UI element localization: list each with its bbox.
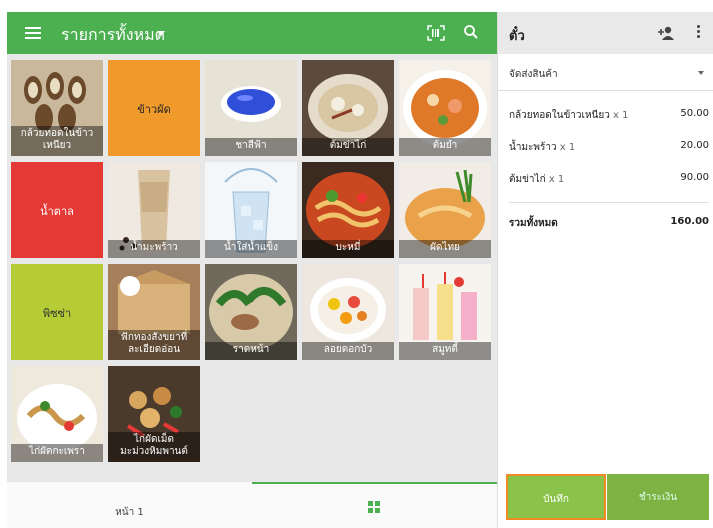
catalog-panel: รายการทั้งหมด กล้วยทอดในข้าวเหนียว ข้าวผ… — [7, 12, 497, 528]
product-tile[interactable]: ชาสีฟ้า — [205, 60, 297, 156]
line-item-qty: x 1 — [548, 174, 565, 185]
product-name: บะหมี่ — [302, 240, 394, 258]
ticket-line-item[interactable]: กล้วยทอดในข้าวเหนียว x 1 50.00 — [509, 108, 709, 124]
product-name: น้ำมะพร้าว — [108, 240, 200, 258]
page-tab[interactable]: หน้า 1 — [7, 482, 252, 528]
line-item-name: กล้วยทอดในข้าวเหนียว — [509, 110, 610, 121]
divider — [509, 202, 709, 203]
grid-view-tab[interactable] — [252, 482, 497, 528]
page-label: หน้า 1 — [115, 507, 144, 518]
product-name: ข้าวผัด — [137, 103, 171, 116]
product-name: ไก่ผัดกะเพรา — [11, 444, 103, 462]
line-item-name: น้ำมะพร้าว — [509, 142, 557, 153]
dining-option-select[interactable]: จัดส่งสินค้า — [498, 54, 713, 91]
charge-button[interactable]: ชำระเงิน — [607, 474, 709, 520]
product-tile[interactable]: ราดหน้า — [205, 264, 297, 360]
product-tile[interactable]: บะหมี่ — [302, 162, 394, 258]
product-name: ลอยดอกบัว — [302, 342, 394, 360]
search-icon[interactable] — [463, 24, 479, 40]
product-name: พิซซ่า — [42, 307, 72, 320]
product-name: ต้มยำ — [399, 138, 491, 156]
product-tile[interactable]: ผัดไทย — [399, 162, 491, 258]
catalog-toolbar: รายการทั้งหมด — [7, 12, 497, 54]
product-tile[interactable]: กล้วยทอดในข้าวเหนียว — [11, 60, 103, 156]
product-name: ราดหน้า — [205, 342, 297, 360]
product-name: ต้มข่าไก่ — [302, 138, 394, 156]
product-name: ไก่ผัดเม็ดมะม่วงหิมพานต์ — [108, 432, 200, 462]
total-value: 160.00 — [670, 216, 709, 227]
product-name: กล้วยทอดในข้าวเหนียว — [11, 126, 103, 156]
add-customer-icon[interactable] — [657, 25, 675, 41]
product-tile[interactable]: สมูทตี้ — [399, 264, 491, 360]
pager-bar: หน้า 1 — [7, 482, 497, 528]
charge-button-label: ชำระเงิน — [638, 492, 678, 503]
product-tile[interactable]: พิซซ่า — [11, 264, 103, 360]
barcode-scan-icon[interactable] — [427, 25, 445, 41]
ticket-panel: ตั๋ว จัดส่งสินค้า กล้วยทอดในข้าวเหนียว x… — [497, 12, 713, 528]
more-vert-icon[interactable] — [697, 25, 701, 39]
product-name: ผัดไทย — [399, 240, 491, 258]
product-tile[interactable]: ต้มข่าไก่ — [302, 60, 394, 156]
line-item-price: 90.00 — [680, 172, 709, 183]
chevron-down-icon — [698, 71, 704, 75]
pos-app: รายการทั้งหมด กล้วยทอดในข้าวเหนียว ข้าวผ… — [0, 0, 713, 528]
product-tile[interactable]: ฟักทองสังขยาที่ละเอียดอ่อน — [108, 264, 200, 360]
product-tile[interactable]: ไก่ผัดเม็ดมะม่วงหิมพานต์ — [108, 366, 200, 462]
ticket-line-item[interactable]: น้ำมะพร้าว x 1 20.00 — [509, 140, 709, 156]
product-name: ชาสีฟ้า — [205, 138, 297, 156]
menu-icon[interactable] — [25, 24, 41, 42]
line-item-name: ต้มข่าไก่ — [509, 174, 546, 185]
product-tile[interactable]: ข้าวผัด — [108, 60, 200, 156]
line-item-qty: x 1 — [613, 110, 629, 121]
product-name: สมูทตี้ — [399, 342, 491, 360]
product-name: ฟักทองสังขยาที่ละเอียดอ่อน — [108, 330, 200, 360]
line-item-qty: x 1 — [559, 142, 576, 153]
total-label: รวมทั้งหมด — [509, 218, 558, 229]
save-button[interactable]: บันทึก — [506, 474, 606, 520]
ticket-total: รวมทั้งหมด 160.00 — [509, 216, 709, 231]
product-tile[interactable]: น้ำใส่น้ำแข็ง — [205, 162, 297, 258]
line-item-price: 20.00 — [680, 140, 709, 151]
ticket-title: ตั๋ว — [509, 29, 525, 44]
product-tile[interactable]: ต้มยำ — [399, 60, 491, 156]
chevron-down-icon[interactable] — [157, 31, 165, 36]
category-selector-label[interactable]: รายการทั้งหมด — [61, 23, 165, 48]
product-tile[interactable]: น้ำตาล — [11, 162, 103, 258]
product-name: น้ำใส่น้ำแข็ง — [205, 240, 297, 258]
product-tile[interactable]: น้ำมะพร้าว — [108, 162, 200, 258]
product-name: น้ำตาล — [40, 205, 74, 218]
product-tile[interactable]: ไก่ผัดกะเพรา — [11, 366, 103, 462]
dining-option-value: จัดส่งสินค้า — [509, 69, 558, 80]
grid-icon — [368, 501, 380, 513]
ticket-header: ตั๋ว — [498, 12, 713, 54]
save-button-label: บันทึก — [543, 494, 569, 505]
product-tile[interactable]: ลอยดอกบัว — [302, 264, 394, 360]
line-item-price: 50.00 — [680, 108, 709, 119]
ticket-line-item[interactable]: ต้มข่าไก่ x 1 90.00 — [509, 172, 709, 188]
